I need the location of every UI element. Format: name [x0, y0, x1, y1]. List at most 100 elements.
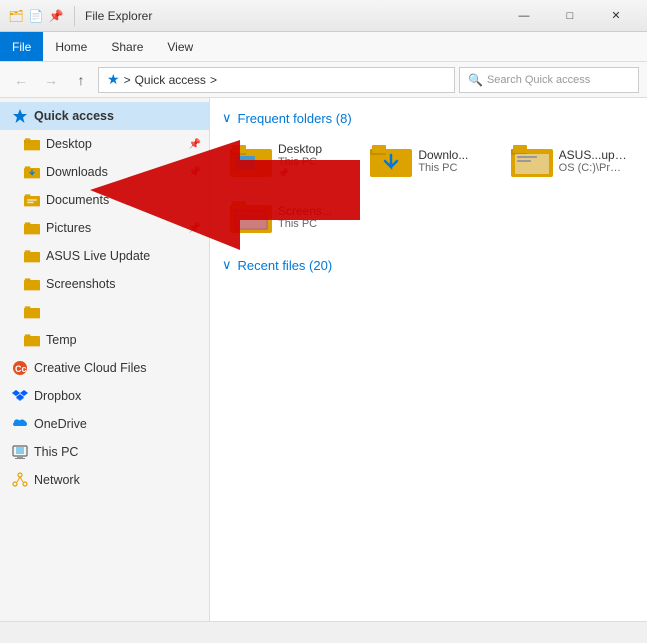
- sidebar-item-network[interactable]: Network: [0, 466, 209, 494]
- pin-icon: 📌: [48, 8, 64, 24]
- this-pc-icon: [12, 444, 28, 460]
- desktop-folder-icon: [24, 136, 40, 152]
- asus-folder-sub: OS (C:)\ProgramData\ASUS: [559, 162, 627, 174]
- desktop-folder-pin: 📌: [278, 168, 322, 179]
- pictures-folder-icon: [24, 220, 40, 236]
- forward-button[interactable]: →: [38, 67, 64, 93]
- sidebar-item-dropbox[interactable]: Dropbox: [0, 382, 209, 410]
- sidebar: Quick access Desktop 📌 Downloads 📌: [0, 98, 210, 621]
- sidebar-item-desktop[interactable]: Desktop 📌: [0, 130, 209, 158]
- path-separator-1: >: [124, 73, 131, 87]
- downloads-folder-info: Downlo... This PC: [418, 148, 468, 174]
- address-path[interactable]: ★ > Quick access >: [98, 67, 455, 93]
- menu-share[interactable]: Share: [99, 32, 155, 61]
- screenshots-folder-sub: This PC: [278, 218, 332, 230]
- network-icon: [12, 472, 28, 488]
- pictures-pin-icon: 📌: [189, 223, 201, 234]
- status-bar: [0, 621, 647, 643]
- title-bar: 🗂 📄 📌 File Explorer — □ ✕: [0, 0, 647, 32]
- downloads-folder-icon: [24, 164, 40, 180]
- sidebar-item-unnamed[interactable]: [0, 298, 209, 326]
- search-placeholder: Search Quick access: [487, 74, 590, 86]
- screenshots-folder-icon: [24, 276, 40, 292]
- path-quick-access: Quick access: [135, 73, 206, 87]
- maximize-button[interactable]: □: [547, 0, 593, 32]
- asus-folder-thumb: [511, 143, 551, 179]
- sidebar-item-screenshots[interactable]: Screenshots: [0, 270, 209, 298]
- chevron-down-icon-2: ∨: [222, 257, 232, 273]
- sidebar-item-this-pc[interactable]: This PC: [0, 438, 209, 466]
- downloads-folder-sub: This PC: [418, 162, 468, 174]
- up-button[interactable]: ↑: [68, 67, 94, 93]
- frequent-folders-header[interactable]: ∨ Frequent folders (8): [222, 110, 635, 126]
- search-box[interactable]: 🔍 Search Quick access: [459, 67, 639, 93]
- menu-bar: File Home Share View: [0, 32, 647, 62]
- folder-item-desktop[interactable]: Desktop This PC 📌: [222, 136, 354, 185]
- creative-cloud-label: Creative Cloud Files: [34, 361, 201, 375]
- star-icon: ★: [107, 71, 120, 88]
- quick-access-star-icon: [12, 108, 28, 124]
- downloads-label: Downloads: [46, 165, 183, 179]
- window-title: File Explorer: [85, 9, 495, 23]
- asus-folder-name: ASUS...update: [559, 148, 627, 162]
- folder-icon: 🗂: [8, 8, 24, 24]
- unnamed-folder-icon: [24, 304, 40, 320]
- sidebar-item-onedrive[interactable]: OneDrive: [0, 410, 209, 438]
- frequent-folders-label: Frequent folders (8): [238, 111, 352, 126]
- asus-folder-info: ASUS...update OS (C:)\ProgramData\ASUS: [559, 148, 627, 174]
- desktop-folder-name: Desktop: [278, 142, 322, 156]
- sidebar-item-pictures[interactable]: Pictures 📌: [0, 214, 209, 242]
- downloads-folder-name: Downlo...: [418, 148, 468, 162]
- pictures-label: Pictures: [46, 221, 183, 235]
- window-controls: — □ ✕: [501, 0, 639, 32]
- title-bar-icons: 🗂 📄 📌: [8, 8, 64, 24]
- recent-files-header[interactable]: ∨ Recent files (20): [222, 257, 635, 273]
- screenshots-label: Screenshots: [46, 277, 201, 291]
- recent-files-label: Recent files (20): [238, 258, 333, 273]
- onedrive-label: OneDrive: [34, 417, 201, 431]
- menu-view[interactable]: View: [155, 32, 205, 61]
- sidebar-item-quick-access[interactable]: Quick access: [0, 102, 209, 130]
- dropbox-label: Dropbox: [34, 389, 201, 403]
- onedrive-icon: [12, 416, 28, 432]
- sidebar-item-documents[interactable]: Documents: [0, 186, 209, 214]
- screenshots-folder-info: Screens... This PC: [278, 204, 332, 230]
- close-button[interactable]: ✕: [593, 0, 639, 32]
- creative-cloud-icon: Cc: [12, 360, 28, 376]
- dropbox-icon: [12, 388, 28, 404]
- network-label: Network: [34, 473, 201, 487]
- sidebar-item-downloads[interactable]: Downloads 📌: [0, 158, 209, 186]
- sidebar-item-temp[interactable]: Temp: [0, 326, 209, 354]
- screenshots-folder-name: Screens...: [278, 204, 332, 218]
- minimize-button[interactable]: —: [501, 0, 547, 32]
- menu-home[interactable]: Home: [43, 32, 99, 61]
- quick-access-label: Quick access: [34, 109, 201, 123]
- screenshots-folder-thumb: [230, 199, 270, 235]
- sidebar-item-asus-live-update[interactable]: ASUS Live Update: [0, 242, 209, 270]
- path-separator-2: >: [210, 73, 217, 87]
- folder-item-screenshots[interactable]: Screens... This PC: [222, 193, 354, 241]
- this-pc-label: This PC: [34, 445, 201, 459]
- temp-folder-icon: [24, 332, 40, 348]
- content-area: ∨ Frequent folders (8) Deskt: [210, 98, 647, 621]
- chevron-down-icon: ∨: [222, 110, 232, 126]
- downloads-folder-thumb: [370, 143, 410, 179]
- desktop-label: Desktop: [46, 137, 183, 151]
- svg-text:Cc: Cc: [15, 364, 27, 374]
- main-area: Quick access Desktop 📌 Downloads 📌: [0, 98, 647, 621]
- asus-label: ASUS Live Update: [46, 249, 201, 263]
- downloads-pin-icon: 📌: [189, 167, 201, 178]
- asus-folder-icon: [24, 248, 40, 264]
- menu-file[interactable]: File: [0, 32, 43, 61]
- sidebar-item-creative-cloud[interactable]: Cc Creative Cloud Files: [0, 354, 209, 382]
- folder-item-asus[interactable]: ASUS...update OS (C:)\ProgramData\ASUS: [503, 136, 635, 185]
- desktop-pin-icon: 📌: [189, 139, 201, 150]
- search-icon: 🔍: [468, 73, 483, 87]
- back-button[interactable]: ←: [8, 67, 34, 93]
- desktop-folder-info: Desktop This PC 📌: [278, 142, 322, 179]
- temp-label: Temp: [46, 333, 201, 347]
- desktop-folder-sub: This PC: [278, 156, 322, 168]
- folder-item-downloads[interactable]: Downlo... This PC: [362, 136, 494, 185]
- title-divider: [74, 6, 75, 26]
- desktop-folder-thumb: [230, 143, 270, 179]
